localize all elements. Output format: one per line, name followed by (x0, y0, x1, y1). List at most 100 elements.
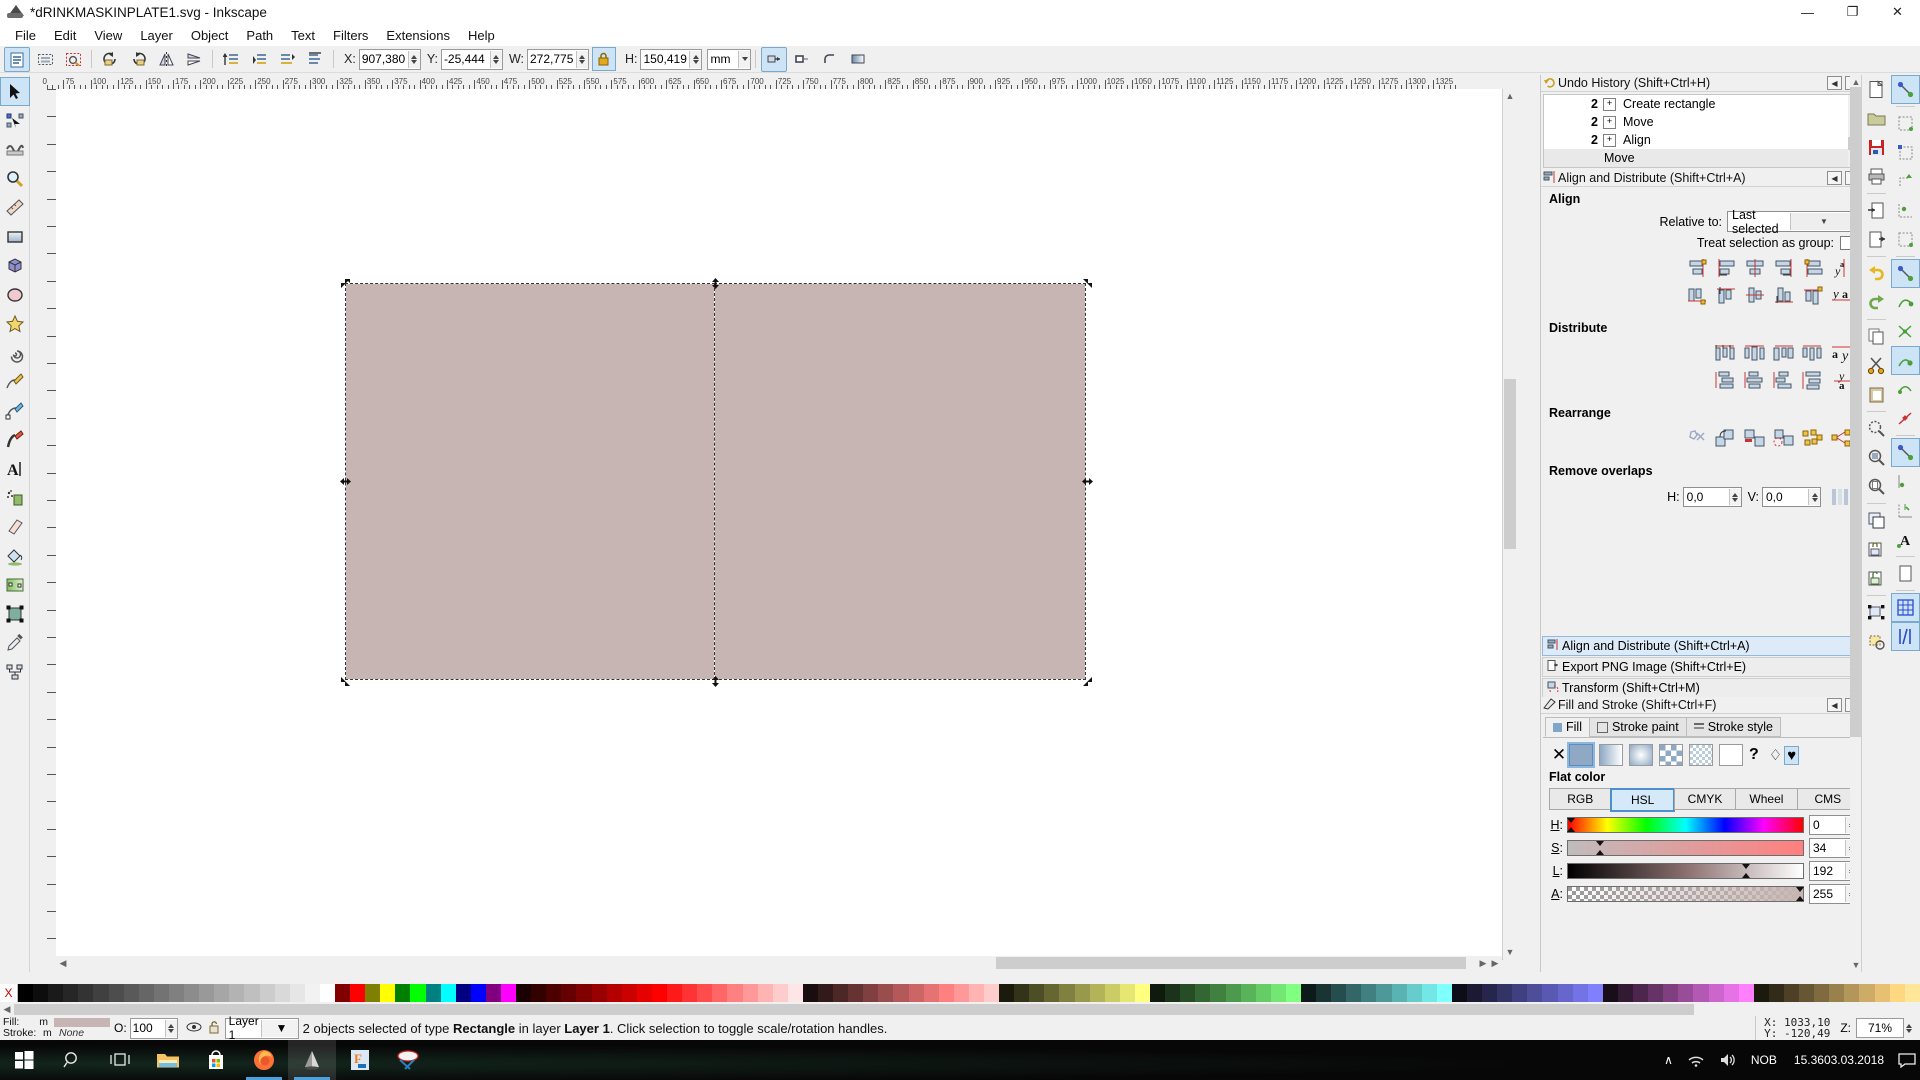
palette-swatch[interactable] (1708, 984, 1724, 1002)
saturation-input[interactable] (1810, 839, 1845, 857)
palette-swatch[interactable] (1678, 984, 1694, 1002)
zoom-page-icon[interactable] (1862, 472, 1891, 501)
linear-gradient-icon[interactable] (1599, 744, 1623, 766)
palette-swatch[interactable] (380, 984, 396, 1002)
scale-handle-s[interactable] (709, 675, 720, 687)
lower-to-bottom-icon[interactable] (302, 47, 328, 72)
x-spinbox[interactable] (358, 48, 421, 70)
palette-swatch[interactable] (1663, 984, 1679, 1002)
palette-swatch[interactable] (1180, 984, 1196, 1002)
palette-swatch[interactable] (1316, 984, 1332, 1002)
distribute-gaps-vertically-icon[interactable] (1798, 367, 1827, 393)
snap-midpoints-icon[interactable] (1891, 404, 1920, 433)
overlap-v-field[interactable] (1762, 487, 1821, 507)
palette-swatch[interactable] (1542, 984, 1558, 1002)
zoom-drawing-icon[interactable] (1862, 443, 1891, 472)
palette-swatch[interactable] (727, 984, 743, 1002)
undo-history-row-current[interactable]: Move (1544, 149, 1859, 167)
scale-handle-sw[interactable] (339, 675, 350, 686)
palette-swatch[interactable] (1165, 984, 1181, 1002)
palette-swatch[interactable] (1044, 984, 1060, 1002)
palette-swatch[interactable] (199, 984, 215, 1002)
menu-path[interactable]: Path (237, 26, 282, 45)
y-spinbox[interactable] (440, 48, 503, 70)
palette-swatch[interactable] (1648, 984, 1664, 1002)
palette-swatch[interactable] (1376, 984, 1392, 1002)
canvas[interactable] (56, 89, 1503, 960)
palette-swatch[interactable] (1738, 984, 1754, 1002)
language-indicator[interactable]: NOB (1744, 1040, 1784, 1080)
scroll-left-arrow[interactable]: ◀ (58, 957, 68, 969)
zoom-control[interactable]: Z: 71% (1840, 1018, 1912, 1038)
exchange-positions-stacking-order-icon[interactable] (1711, 425, 1740, 451)
palette-swatch[interactable] (1587, 984, 1603, 1002)
horizontal-ruler[interactable]: 5075100125150175200225250275300325350375… (42, 75, 1502, 90)
layer-selector[interactable]: Layer 1 ▼ (224, 1014, 299, 1042)
palette-swatch[interactable] (984, 984, 1000, 1002)
scale-handle-nw[interactable] (339, 277, 350, 288)
menu-help[interactable]: Help (459, 26, 504, 45)
align-right-edges-to-left-anchor-icon[interactable] (1682, 255, 1711, 281)
zoom-value[interactable]: 71% (1856, 1018, 1904, 1038)
palette-swatch[interactable] (1829, 984, 1845, 1002)
snap-bounding-box-icon[interactable] (1891, 109, 1920, 138)
redo-icon[interactable] (1862, 288, 1891, 317)
import-icon[interactable] (1862, 196, 1891, 225)
star-tool[interactable] (0, 309, 30, 338)
task-view-icon[interactable] (96, 1040, 144, 1080)
randomize-positions-icon[interactable] (1769, 425, 1798, 451)
affect-move-icon[interactable] (761, 46, 788, 72)
pencil-tool[interactable] (0, 367, 30, 396)
units-dropdown-arrow[interactable] (738, 50, 751, 68)
palette-swatch[interactable] (1633, 984, 1649, 1002)
rotate-90-ccw-icon[interactable] (97, 47, 123, 72)
palette-swatch[interactable] (1693, 984, 1709, 1002)
question-mark-icon[interactable]: ? (1749, 746, 1759, 764)
snipping-tool-icon[interactable] (384, 1040, 432, 1080)
exchange-positions-clockwise-icon[interactable] (1740, 425, 1769, 451)
palette-swatch[interactable] (1497, 984, 1513, 1002)
palette-swatch[interactable] (485, 984, 501, 1002)
y-stepper[interactable] (489, 50, 502, 68)
new-document-icon[interactable] (1862, 75, 1891, 104)
save-document-icon[interactable] (1862, 133, 1891, 162)
palette-swatch[interactable] (1406, 984, 1422, 1002)
alpha-slider[interactable] (1567, 886, 1804, 902)
scale-handle-e[interactable] (1081, 475, 1093, 486)
palette-swatch[interactable] (395, 984, 411, 1002)
fill-stroke-indicator[interactable]: Fill: m Stroke: m None (0, 1017, 110, 1039)
connector-tool[interactable] (0, 657, 30, 686)
horizontal-scroll-thumb[interactable] (996, 957, 1466, 969)
distribute-gaps-horizontally-icon[interactable] (1798, 340, 1827, 366)
snap-nodes-paths-icon[interactable] (1891, 259, 1920, 288)
palette-swatch[interactable] (1723, 984, 1739, 1002)
distribute-left-edges-icon[interactable] (1711, 340, 1740, 366)
chevron-down-icon[interactable]: ▼ (1790, 213, 1853, 230)
scroll-up-arrow[interactable]: ▲ (1505, 91, 1515, 101)
close-button[interactable]: ✕ (1875, 0, 1920, 24)
palette-swatch[interactable] (1557, 984, 1573, 1002)
mesh-gradient-tool[interactable] (0, 599, 30, 628)
palette-swatch[interactable] (350, 984, 366, 1002)
open-document-icon[interactable] (1862, 104, 1891, 133)
select-all-icon[interactable] (4, 46, 30, 72)
undo-row-expander-icon[interactable]: + (1603, 97, 1616, 111)
scale-handle-ne[interactable] (1081, 277, 1092, 288)
snap-rotation-centers-icon[interactable] (1891, 496, 1920, 525)
xml-editor-icon[interactable] (1862, 598, 1891, 627)
palette-swatch[interactable] (1210, 984, 1226, 1002)
3dbox-tool[interactable] (0, 251, 30, 280)
unlock-icon[interactable] (208, 1020, 220, 1037)
palette-swatch[interactable] (1014, 984, 1030, 1002)
spiral-tool[interactable] (0, 338, 30, 367)
undo-icon[interactable] (1862, 259, 1891, 288)
distribute-right-edges-icon[interactable] (1769, 340, 1798, 366)
palette-scrollbar[interactable]: ◀ (0, 1002, 1920, 1016)
palette-swatch[interactable] (817, 984, 834, 1002)
palette-scroll-thumb[interactable] (14, 1003, 1694, 1015)
pattern-icon[interactable] (1659, 744, 1683, 766)
palette-swatch[interactable] (1799, 984, 1815, 1002)
distribute-centers-vertically-icon[interactable] (1740, 367, 1769, 393)
vertical-ruler[interactable] (42, 89, 57, 959)
palette-swatch[interactable] (1195, 984, 1211, 1002)
